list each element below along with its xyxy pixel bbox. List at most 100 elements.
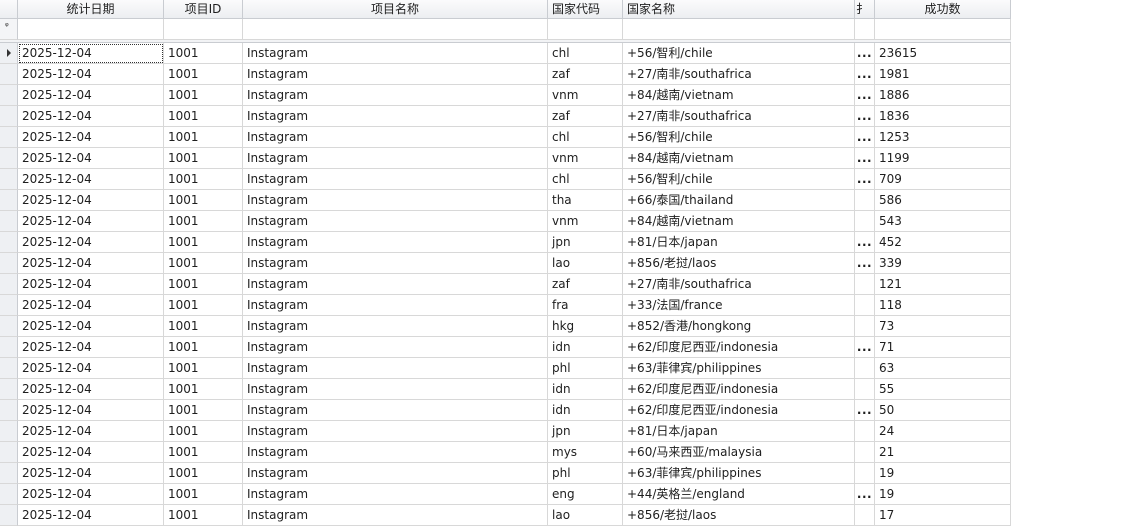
table-row[interactable]: 2025-12-04 1001 Instagram zaf +27/南非/southaf… [0, 106, 1011, 127]
cell-project-id[interactable]: 1001 [164, 169, 243, 190]
cell-success-count[interactable]: 55 [875, 379, 1011, 400]
table-row[interactable]: 2025-12-04 1001 Instagram chl +56/智利/chile..… [0, 169, 1011, 190]
cell-success-count[interactable]: 709 [875, 169, 1011, 190]
row-indicator[interactable] [0, 253, 18, 274]
cell-truncated[interactable] [855, 505, 875, 526]
cell-date[interactable]: 2025-12-04 [18, 463, 164, 484]
column-header-date[interactable]: 统计日期 [18, 0, 164, 19]
cell-truncated[interactable] [855, 316, 875, 337]
cell-date[interactable]: 2025-12-04 [18, 295, 164, 316]
cell-truncated[interactable]: ... [855, 127, 875, 148]
row-indicator[interactable] [0, 274, 18, 295]
table-row[interactable]: 2025-12-04 1001 Instagram idn +62/印度尼西亚/indo… [0, 400, 1011, 421]
column-header-country-code[interactable]: 国家代码 [548, 0, 623, 19]
cell-truncated[interactable] [855, 421, 875, 442]
row-indicator[interactable] [0, 442, 18, 463]
cell-truncated[interactable]: ... [855, 253, 875, 274]
row-indicator[interactable] [0, 421, 18, 442]
row-indicator[interactable] [0, 379, 18, 400]
row-indicator[interactable] [0, 148, 18, 169]
cell-date[interactable]: 2025-12-04 [18, 484, 164, 505]
cell-country-code[interactable]: zaf [548, 274, 623, 295]
table-row[interactable]: 2025-12-04 1001 Instagram mys +60/马来西亚/malay… [0, 442, 1011, 463]
row-indicator[interactable] [0, 190, 18, 211]
cell-date[interactable]: 2025-12-04 [18, 106, 164, 127]
cell-truncated[interactable]: ... [855, 85, 875, 106]
cell-country-code[interactable]: lao [548, 505, 623, 526]
cell-success-count[interactable]: 73 [875, 316, 1011, 337]
cell-date[interactable]: 2025-12-04 [18, 274, 164, 295]
cell-project-name[interactable]: Instagram [243, 295, 548, 316]
cell-project-id[interactable]: 1001 [164, 190, 243, 211]
table-row[interactable]: 2025-12-04 1001 Instagram zaf +27/南非/southaf… [0, 274, 1011, 295]
cell-success-count[interactable]: 1253 [875, 127, 1011, 148]
cell-country-name[interactable]: +33/法国/france [623, 295, 855, 316]
cell-success-count[interactable]: 586 [875, 190, 1011, 211]
cell-project-name[interactable]: Instagram [243, 421, 548, 442]
table-row[interactable]: 2025-12-04 1001 Instagram eng +44/英格兰/englan… [0, 484, 1011, 505]
row-indicator[interactable] [0, 85, 18, 106]
cell-project-id[interactable]: 1001 [164, 337, 243, 358]
cell-country-name[interactable]: +27/南非/southafrica [623, 64, 855, 85]
row-indicator[interactable] [0, 358, 18, 379]
cell-date[interactable]: 2025-12-04 [18, 169, 164, 190]
cell-project-name[interactable]: Instagram [243, 127, 548, 148]
cell-project-id[interactable]: 1001 [164, 274, 243, 295]
cell-truncated[interactable]: ... [855, 148, 875, 169]
cell-truncated[interactable] [855, 379, 875, 400]
cell-project-id[interactable]: 1001 [164, 148, 243, 169]
cell-success-count[interactable]: 21 [875, 442, 1011, 463]
cell-project-id[interactable]: 1001 [164, 211, 243, 232]
row-indicator[interactable] [0, 232, 18, 253]
cell-project-name[interactable]: Instagram [243, 484, 548, 505]
table-row[interactable]: 2025-12-04 1001 Instagram zaf +27/南非/southaf… [0, 64, 1011, 85]
cell-date[interactable]: 2025-12-04 [18, 43, 164, 64]
cell-country-name[interactable]: +60/马来西亚/malaysia [623, 442, 855, 463]
cell-project-name[interactable]: Instagram [243, 85, 548, 106]
table-row[interactable]: 2025-12-04 1001 Instagram jpn +81/日本/japan 24 [0, 421, 1011, 442]
cell-date[interactable]: 2025-12-04 [18, 253, 164, 274]
cell-project-id[interactable]: 1001 [164, 127, 243, 148]
cell-country-code[interactable]: jpn [548, 421, 623, 442]
cell-project-id[interactable]: 1001 [164, 379, 243, 400]
cell-success-count[interactable]: 71 [875, 337, 1011, 358]
row-indicator[interactable] [0, 43, 18, 64]
data-grid[interactable]: 统计日期 项目ID 项目名称 国家代码 国家名称 扌 成功数 ᵠ 2025-12… [0, 0, 1011, 526]
cell-project-id[interactable]: 1001 [164, 442, 243, 463]
cell-truncated[interactable]: ... [855, 232, 875, 253]
cell-truncated[interactable]: ... [855, 43, 875, 64]
cell-success-count[interactable]: 543 [875, 211, 1011, 232]
column-header-truncated[interactable]: 扌 [855, 0, 875, 19]
cell-truncated[interactable] [855, 211, 875, 232]
cell-country-code[interactable]: vnm [548, 148, 623, 169]
cell-country-name[interactable]: +66/泰国/thailand [623, 190, 855, 211]
cell-truncated[interactable] [855, 295, 875, 316]
cell-country-code[interactable]: zaf [548, 106, 623, 127]
cell-project-name[interactable]: Instagram [243, 43, 548, 64]
column-header-project-id[interactable]: 项目ID [164, 0, 243, 19]
row-indicator[interactable] [0, 505, 18, 526]
cell-country-code[interactable]: jpn [548, 232, 623, 253]
cell-country-name[interactable]: +56/智利/chile [623, 127, 855, 148]
cell-project-name[interactable]: Instagram [243, 148, 548, 169]
cell-date[interactable]: 2025-12-04 [18, 421, 164, 442]
cell-success-count[interactable]: 19 [875, 463, 1011, 484]
cell-success-count[interactable]: 452 [875, 232, 1011, 253]
cell-date[interactable]: 2025-12-04 [18, 442, 164, 463]
cell-country-name[interactable]: +856/老挝/laos [623, 505, 855, 526]
table-row[interactable]: 2025-12-04 1001 Instagram vnm +84/越南/vietnam… [0, 148, 1011, 169]
cell-date[interactable]: 2025-12-04 [18, 316, 164, 337]
cell-country-name[interactable]: +84/越南/vietnam [623, 148, 855, 169]
cell-country-name[interactable]: +63/菲律宾/philippines [623, 358, 855, 379]
table-row[interactable]: 2025-12-04 1001 Instagram phl +63/菲律宾/philip… [0, 358, 1011, 379]
cell-country-name[interactable]: +84/越南/vietnam [623, 85, 855, 106]
row-indicator[interactable] [0, 106, 18, 127]
cell-date[interactable]: 2025-12-04 [18, 85, 164, 106]
cell-success-count[interactable]: 1886 [875, 85, 1011, 106]
cell-date[interactable]: 2025-12-04 [18, 358, 164, 379]
cell-country-name[interactable]: +27/南非/southafrica [623, 106, 855, 127]
column-header-project-name[interactable]: 项目名称 [243, 0, 548, 19]
table-row[interactable]: 2025-12-04 1001 Instagram vnm +84/越南/vietnam… [0, 85, 1011, 106]
cell-project-name[interactable]: Instagram [243, 64, 548, 85]
table-row[interactable]: 2025-12-04 1001 Instagram fra +33/法国/france 1… [0, 295, 1011, 316]
